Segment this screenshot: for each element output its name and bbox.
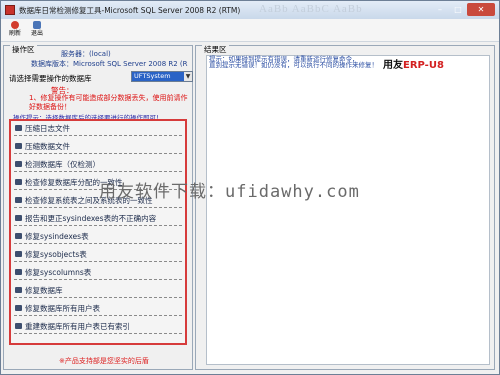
operation-item[interactable]: 报告和更正sysindexes表的不正确内容 xyxy=(14,211,182,226)
operation-icon xyxy=(15,143,22,149)
operation-icon xyxy=(15,179,22,185)
version-info: 数据库版本：Microsoft SQL Server 2008 R2 (R xyxy=(31,60,188,68)
database-select[interactable]: UFTSystem ▼ xyxy=(131,71,193,82)
operation-icon xyxy=(15,287,22,293)
operation-icon xyxy=(15,215,22,221)
server-info: 服务器：(local) xyxy=(61,50,111,58)
result-tip-line2: 直到提示无错误！如仍没有，可以执行不同的操作来修复！ xyxy=(209,61,378,69)
brand-logo: 用友ERP-U8 xyxy=(383,56,444,71)
operation-item[interactable]: 压缩数据文件 xyxy=(14,139,182,154)
operation-item[interactable]: 修复sysobjects表 xyxy=(14,247,182,262)
operation-icon xyxy=(15,251,22,257)
title-ghost-text: AaBb AaBbC AaBb xyxy=(259,3,363,15)
operation-icon xyxy=(15,305,22,311)
exit-icon xyxy=(33,21,41,29)
chevron-down-icon[interactable]: ▼ xyxy=(184,72,192,81)
database-select-value: UFTSystem xyxy=(134,72,171,80)
refresh-label: 刷新 xyxy=(8,30,21,37)
operation-item[interactable]: 修复数据库 xyxy=(14,283,182,298)
operation-item[interactable]: 修复数据库所有用户表 xyxy=(14,301,182,316)
operation-item[interactable]: 修复syscolumns表 xyxy=(14,265,182,280)
brand-logo-black: 用友 xyxy=(383,60,403,71)
maximize-icon: □ xyxy=(454,5,462,14)
operation-icon xyxy=(15,197,22,203)
operation-icon xyxy=(15,125,22,131)
operation-icon xyxy=(15,161,22,167)
minimize-button[interactable]: – xyxy=(431,3,449,16)
result-output[interactable] xyxy=(206,55,490,365)
operation-icon xyxy=(15,269,22,275)
app-window: 数据库日常检测修复工具-Microsoft SQL Server 2008 R2… xyxy=(0,0,500,375)
watermark: 用友软件下载：ufidawhy.com xyxy=(99,182,360,202)
minimize-icon: – xyxy=(438,5,442,14)
exit-button[interactable]: 退出 xyxy=(27,21,47,39)
footer-note: ※产品支持部是您坚实的后盾 xyxy=(59,357,149,365)
operation-item[interactable]: 重建数据库所有用户表已有索引 xyxy=(14,319,182,334)
result-tip: 提示：如果碰到提示有错误，请重新运行修复命令， 直到提示无错误！如仍没有，可以执… xyxy=(209,56,489,69)
refresh-button[interactable]: 刷新 xyxy=(5,21,25,39)
result-panel-legend: 结果区 xyxy=(202,44,229,55)
operation-icon xyxy=(15,323,22,329)
operation-panel-legend: 操作区 xyxy=(10,44,37,55)
maximize-button[interactable]: □ xyxy=(449,3,467,16)
operation-item[interactable]: 检测数据库（仅检测） xyxy=(14,157,182,172)
operation-item[interactable]: 压缩日志文件 xyxy=(14,121,182,136)
close-icon: ✕ xyxy=(477,5,485,14)
warning-text: 1、修复操作有可能造成部分数据丢失，使用前请作好数据备份！ xyxy=(29,94,188,111)
title-bar: 数据库日常检测修复工具-Microsoft SQL Server 2008 R2… xyxy=(1,1,499,19)
database-select-label: 请选择需要操作的数据库 xyxy=(9,74,92,83)
operation-icon xyxy=(15,233,22,239)
operation-item[interactable]: 修复sysindexes表 xyxy=(14,229,182,244)
toolbar: 刷新 退出 xyxy=(1,19,499,42)
app-icon xyxy=(5,5,15,15)
refresh-icon xyxy=(11,21,19,29)
operation-list: 压缩日志文件 压缩数据文件 检测数据库（仅检测） 检查修复数据库分配的一致性 检… xyxy=(9,119,187,345)
window-title: 数据库日常检测修复工具-Microsoft SQL Server 2008 R2… xyxy=(19,6,241,15)
exit-label: 退出 xyxy=(30,30,43,37)
close-button[interactable]: ✕ xyxy=(467,3,495,16)
brand-logo-red: ERP-U8 xyxy=(403,60,444,71)
